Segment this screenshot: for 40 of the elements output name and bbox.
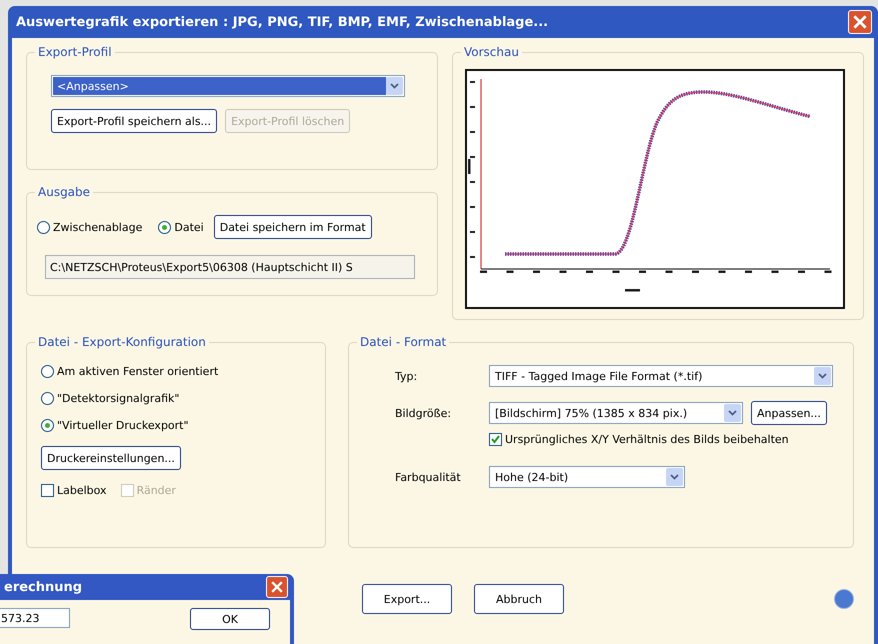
customize-button[interactable]: Anpassen... bbox=[751, 401, 827, 425]
close-button[interactable] bbox=[266, 576, 288, 598]
radio-option[interactable]: Am aktiven Fenster orientiert bbox=[41, 365, 315, 378]
checkbox-option[interactable]: Labelbox bbox=[41, 484, 107, 497]
value-field[interactable]: 573.23 bbox=[0, 608, 70, 628]
group-title: Export-Profil bbox=[35, 45, 115, 59]
group-title: Datei - Format bbox=[357, 335, 450, 349]
profile-dropdown[interactable]: <Anpassen> bbox=[51, 75, 405, 97]
dialog-button[interactable]: Abbruch bbox=[474, 584, 564, 614]
type-dropdown[interactable]: TIFF - Tagged Image File Format (*.tif) bbox=[489, 365, 833, 387]
radio-option[interactable]: "Virtueller Druckexport" bbox=[41, 419, 315, 432]
radio-option[interactable]: Datei bbox=[158, 220, 204, 234]
group-title: Ausgabe bbox=[35, 185, 94, 199]
save-format-button[interactable]: Datei speichern im Format bbox=[214, 215, 372, 239]
path-field[interactable]: C:\NETZSCH\Proteus\Export5\06308 (Hauptschicht II) S bbox=[45, 255, 415, 279]
close-button[interactable] bbox=[848, 10, 872, 34]
printer-settings-button[interactable]: Druckereinstellungen... bbox=[41, 446, 181, 470]
type-label: Typ: bbox=[395, 370, 418, 382]
radio-option[interactable]: "Detektorsignalgrafik" bbox=[41, 392, 315, 405]
dialog-button[interactable]: Export... bbox=[362, 584, 452, 614]
group-title: Vorschau bbox=[461, 45, 522, 59]
checkmark-icon bbox=[491, 435, 500, 444]
size-label: Bildgröße: bbox=[395, 406, 452, 420]
ok-button[interactable]: OK bbox=[190, 608, 270, 630]
checkbox-option[interactable]: Ursprüngliches X/Y Verhältnis des Bilds beibehalten bbox=[489, 433, 843, 446]
chevron-down-icon bbox=[818, 373, 827, 379]
quality-dropdown[interactable]: Hohe (24-bit) bbox=[489, 466, 685, 488]
quality-label: Farbqualität bbox=[395, 470, 462, 484]
profile-button[interactable]: Export-Profil speichern als... bbox=[51, 109, 218, 133]
window-title: Auswertegrafik exportieren : JPG, PNG, TIF, BMP, EMF, Zwischenablage... bbox=[16, 14, 548, 30]
chevron-down-icon bbox=[670, 474, 679, 480]
chevron-down-icon bbox=[728, 410, 737, 416]
size-dropdown[interactable]: [Bildschirm] 75% (1385 x 834 pix.) bbox=[489, 402, 743, 424]
help-icon[interactable] bbox=[834, 589, 854, 609]
radio-option[interactable]: Zwischenablage bbox=[37, 220, 142, 234]
group-title: Datei - Export-Konfiguration bbox=[35, 335, 209, 349]
close-icon bbox=[271, 581, 283, 593]
close-icon bbox=[853, 15, 867, 29]
dialog-title: erechnung bbox=[4, 580, 82, 594]
chevron-down-icon bbox=[390, 83, 399, 89]
